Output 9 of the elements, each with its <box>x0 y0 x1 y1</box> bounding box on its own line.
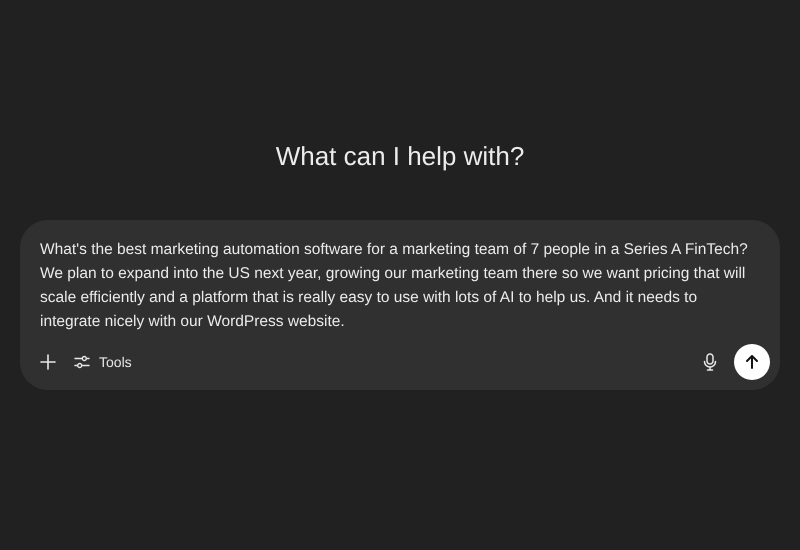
microphone-icon[interactable] <box>703 353 717 371</box>
tools-button[interactable]: Tools <box>74 352 132 372</box>
page-heading: What can I help with? <box>276 140 524 173</box>
send-button[interactable] <box>734 344 770 380</box>
arrow-up-icon <box>744 354 760 370</box>
plus-icon[interactable] <box>40 354 56 370</box>
message-input[interactable]: What's the best marketing automation software for a marketing team of 7 people in a Series A FinTech? We plan to expand into the US next year, growing our marketing team there so we want pricing that will scale efficiently and a platform that is really easy to use with lots of AI to help us. And it needs to integrate nicely with our WordPress website. <box>40 238 750 334</box>
sliders-icon <box>74 354 90 370</box>
message-composer[interactable] <box>20 220 780 390</box>
